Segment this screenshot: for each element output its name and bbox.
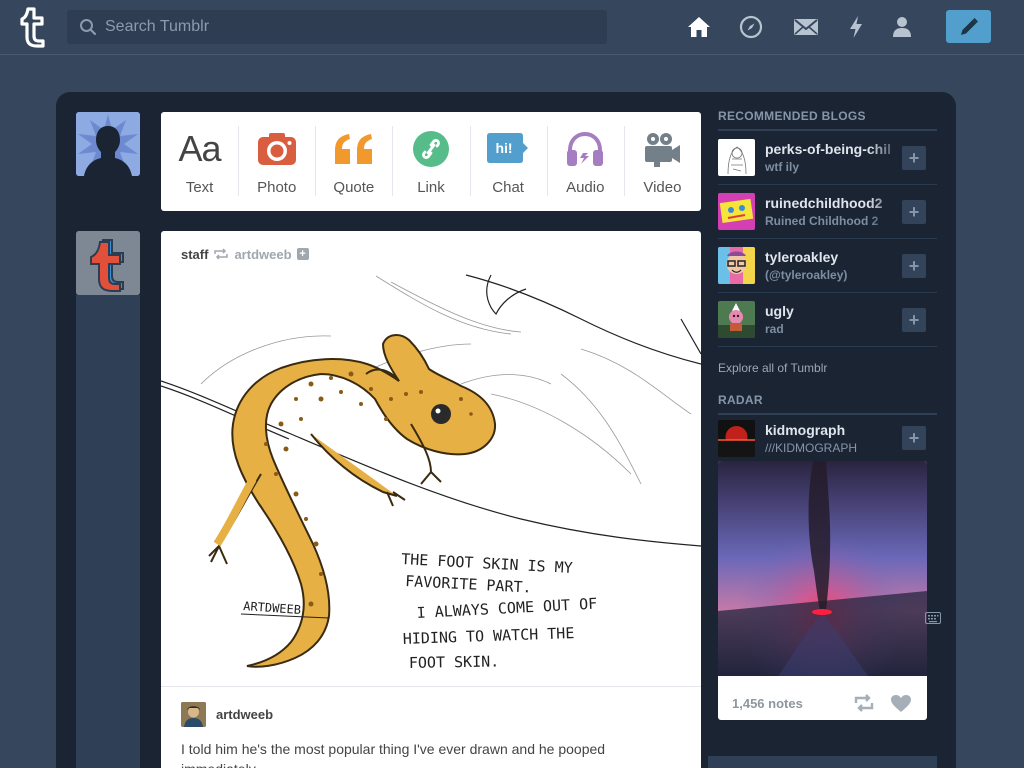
post-type-bar: Aa Text Photo Quote Link hi! Chat Audio <box>161 112 701 211</box>
post-author-link[interactable]: staff <box>181 247 208 262</box>
post-card: staff artdweeb + ARTDWEEB THE FOOT SKIN … <box>161 231 701 768</box>
follow-button[interactable]: + <box>902 146 926 170</box>
radar-heading: RADAR <box>718 393 937 415</box>
sidebar-bottom-panel <box>708 756 937 768</box>
pencil-icon <box>960 17 978 35</box>
post-type-video[interactable]: Video <box>623 112 701 211</box>
recommended-blog-row[interactable]: tyleroakley (@tyleroakley) + <box>718 239 937 293</box>
post-body-text: I told him he's the most popular thing I… <box>181 741 606 768</box>
caption-line: FAVORITE PART. <box>405 572 532 597</box>
radar-post-footer: 1,456 notes <box>718 681 927 720</box>
follow-button[interactable]: + <box>902 200 926 224</box>
blog-avatar[interactable] <box>718 247 755 284</box>
post-source-link[interactable]: artdweeb <box>234 247 291 262</box>
video-camera-icon <box>640 129 684 169</box>
like-heart-icon[interactable] <box>890 694 912 713</box>
quote-icon <box>332 129 376 169</box>
follow-button[interactable]: + <box>902 254 926 278</box>
blog-avatar[interactable] <box>718 301 755 338</box>
search-bar[interactable] <box>67 10 607 44</box>
post-type-label: Text <box>185 179 214 196</box>
post-type-label: Audio <box>566 179 605 196</box>
reblog-trail-header: artdweeb <box>181 702 273 727</box>
tumblr-logo-icon[interactable] <box>16 6 50 48</box>
follow-button[interactable]: + <box>902 426 926 450</box>
post-type-quote[interactable]: Quote <box>315 112 392 211</box>
post-type-label: Video <box>643 179 682 196</box>
reblog-icon[interactable] <box>853 694 875 712</box>
recommended-blogs-heading: RECOMMENDED BLOGS <box>718 109 937 131</box>
post-type-label: Photo <box>257 179 297 196</box>
headphones-icon <box>563 129 607 169</box>
activity-icon[interactable] <box>842 13 870 41</box>
text-icon: Aa <box>178 128 222 169</box>
svg-text:hi!: hi! <box>496 140 513 156</box>
caption-line: HIDING TO WATCH THE <box>403 624 575 648</box>
link-icon <box>409 129 453 169</box>
compose-button[interactable] <box>946 10 991 43</box>
caption-line: FOOT SKIN. <box>409 652 500 672</box>
post-type-label: Quote <box>333 179 375 196</box>
post-divider <box>161 686 701 687</box>
post-image[interactable]: ARTDWEEB THE FOOT SKIN IS MY FAVORITE PA… <box>161 274 701 684</box>
recommended-blog-row[interactable]: ruinedchildhood2 Ruined Childhood 2 + <box>718 185 937 239</box>
chat-icon: hi! <box>486 129 530 169</box>
inbox-icon[interactable] <box>792 13 820 41</box>
home-icon[interactable] <box>685 13 713 41</box>
notes-count[interactable]: 1,456 notes <box>732 696 803 711</box>
post-type-link[interactable]: Link <box>392 112 469 211</box>
radar-blog-row[interactable]: kidmograph ///KIDMOGRAPH + <box>718 415 937 461</box>
avatar-sticky-column <box>76 295 140 768</box>
recommended-blog-row[interactable]: ugly rad + <box>718 293 937 347</box>
follow-plus-icon[interactable]: + <box>296 248 309 260</box>
search-input[interactable] <box>105 10 595 44</box>
staff-avatar[interactable] <box>76 231 140 295</box>
post-type-label: Chat <box>492 179 524 196</box>
account-icon[interactable] <box>888 13 916 41</box>
radar-post-image[interactable] <box>718 461 927 676</box>
post-type-label: Link <box>417 179 445 196</box>
user-avatar[interactable] <box>76 112 140 176</box>
reblog-author-link[interactable]: artdweeb <box>216 707 273 722</box>
recommended-blog-row[interactable]: perks-of-being-chil wtf ily + <box>718 131 937 185</box>
radar-post-card[interactable]: 1,456 notes <box>718 461 927 720</box>
post-header: staff artdweeb + <box>181 246 309 262</box>
post-type-audio[interactable]: Audio <box>546 112 624 211</box>
keyboard-shortcuts-icon[interactable] <box>925 612 941 624</box>
explore-all-link[interactable]: Explore all of Tumblr <box>718 347 937 393</box>
camera-icon <box>255 129 299 169</box>
post-type-chat[interactable]: hi! Chat <box>469 112 547 211</box>
top-header <box>0 0 1024 55</box>
radar-blog-avatar[interactable] <box>718 419 755 457</box>
reblog-avatar[interactable] <box>181 702 206 727</box>
search-icon <box>80 19 97 36</box>
caption-line: I ALWAYS COME OUT OF <box>416 595 597 622</box>
blog-avatar[interactable] <box>718 193 755 230</box>
right-sidebar: RECOMMENDED BLOGS perks-of-being-chil wt… <box>718 92 937 720</box>
reblog-icon <box>214 248 229 260</box>
follow-button[interactable]: + <box>902 308 926 332</box>
explore-icon[interactable] <box>737 13 765 41</box>
post-type-text[interactable]: Aa Text <box>161 112 238 211</box>
post-type-photo[interactable]: Photo <box>238 112 315 211</box>
blog-avatar[interactable] <box>718 139 755 176</box>
